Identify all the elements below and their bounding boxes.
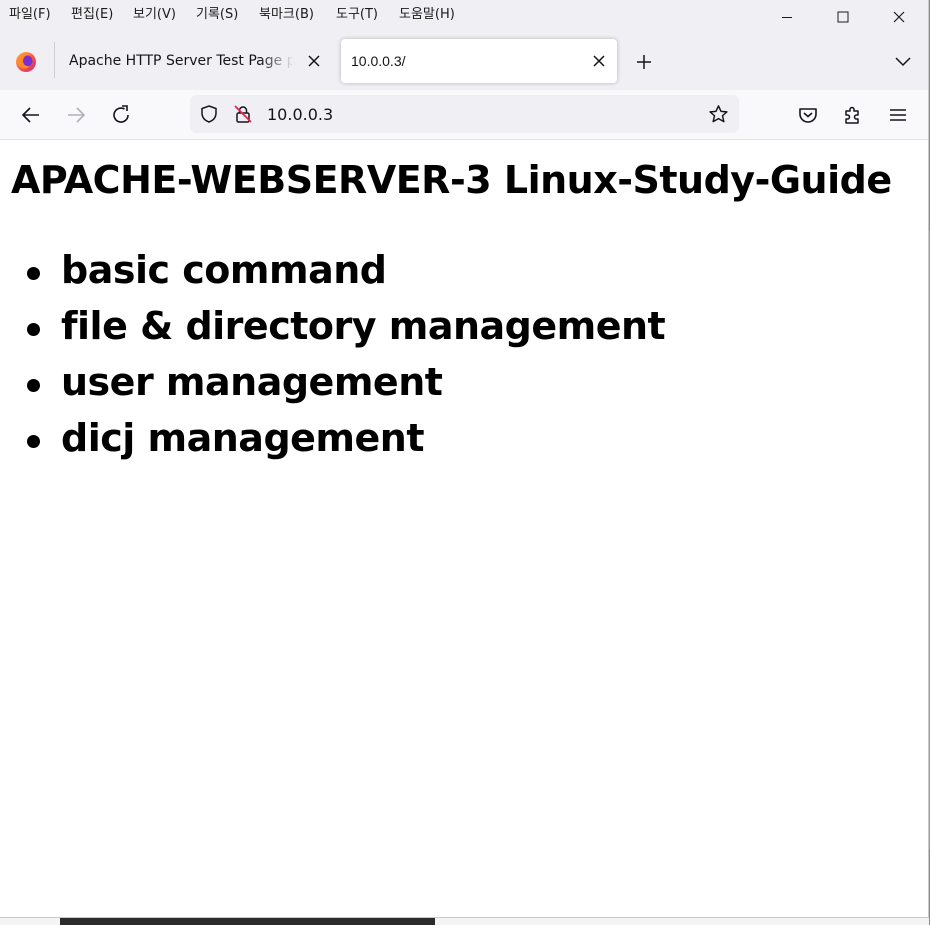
menu-tools[interactable]: 도구(T) <box>336 3 378 22</box>
tab-title: Apache HTTP Server Test Page powered by … <box>69 53 294 69</box>
forward-arrow-icon[interactable] <box>64 103 88 127</box>
url-text: 10.0.0.3 <box>267 105 334 124</box>
new-tab-icon[interactable] <box>634 52 654 72</box>
minimize-icon <box>782 17 792 18</box>
bullet-icon <box>27 323 40 336</box>
close-icon <box>893 11 905 23</box>
menu-edit[interactable]: 편집(E) <box>71 3 113 22</box>
bullet-icon <box>27 435 40 448</box>
list-item-label: basic command <box>61 248 387 292</box>
list-item: file & directory management <box>0 298 666 354</box>
tab-strip: Apache HTTP Server Test Page powered by … <box>0 30 928 90</box>
list-item-label: dicj management <box>61 416 425 460</box>
hamburger-menu-icon[interactable] <box>886 103 910 127</box>
chevron-down-icon[interactable] <box>893 54 913 70</box>
list-item: user management <box>0 354 665 410</box>
firefox-view-icon[interactable] <box>14 50 38 74</box>
list-item-label: file & directory management <box>61 304 666 348</box>
address-bar[interactable]: 10.0.0.3 <box>190 95 739 133</box>
shield-icon[interactable] <box>199 104 219 124</box>
close-tab-icon[interactable] <box>306 53 322 69</box>
reload-icon[interactable] <box>109 103 133 127</box>
list-item-label: user management <box>61 360 443 404</box>
tab-current[interactable]: 10.0.0.3/ <box>341 39 617 83</box>
maximize-icon <box>837 11 849 23</box>
pocket-icon[interactable] <box>796 103 820 127</box>
maximize-button[interactable] <box>815 0 871 34</box>
bullet-icon <box>27 267 40 280</box>
insecure-lock-icon[interactable] <box>233 104 253 124</box>
list-item: dicj management <box>0 410 665 466</box>
menu-history[interactable]: 기록(S) <box>196 3 238 22</box>
menu-view[interactable]: 보기(V) <box>133 3 176 22</box>
extensions-puzzle-icon[interactable] <box>841 103 865 127</box>
bookmark-star-icon[interactable] <box>708 104 729 125</box>
menu-help[interactable]: 도움말(H) <box>399 3 455 22</box>
menu-bar: 파일(F) 편집(E) 보기(V) 기록(S) 북마크(B) 도구(T) 도움말… <box>0 0 928 30</box>
list-item: basic command <box>0 242 665 298</box>
browser-window: 파일(F) 편집(E) 보기(V) 기록(S) 북마크(B) 도구(T) 도움말… <box>0 0 929 918</box>
page-heading: APACHE-WEBSERVER-3 Linux-Study-Guide <box>11 158 892 202</box>
minimize-button[interactable] <box>759 0 815 34</box>
tab-apache-test-page[interactable]: Apache HTTP Server Test Page powered by … <box>56 39 332 83</box>
tab-separator <box>54 42 55 78</box>
background-window-dark <box>60 918 435 925</box>
back-arrow-icon[interactable] <box>19 103 43 127</box>
page-content: APACHE-WEBSERVER-3 Linux-Study-Guide bas… <box>0 140 928 917</box>
tab-title: 10.0.0.3/ <box>351 53 406 69</box>
menu-bookmarks[interactable]: 북마크(B) <box>259 3 314 22</box>
bullet-icon <box>27 379 40 392</box>
close-window-button[interactable] <box>871 0 927 34</box>
topic-list: basic command file & directory managemen… <box>0 242 666 466</box>
menu-file[interactable]: 파일(F) <box>9 3 51 22</box>
navigation-toolbar: 10.0.0.3 <box>0 90 928 140</box>
close-tab-icon[interactable] <box>591 53 607 69</box>
